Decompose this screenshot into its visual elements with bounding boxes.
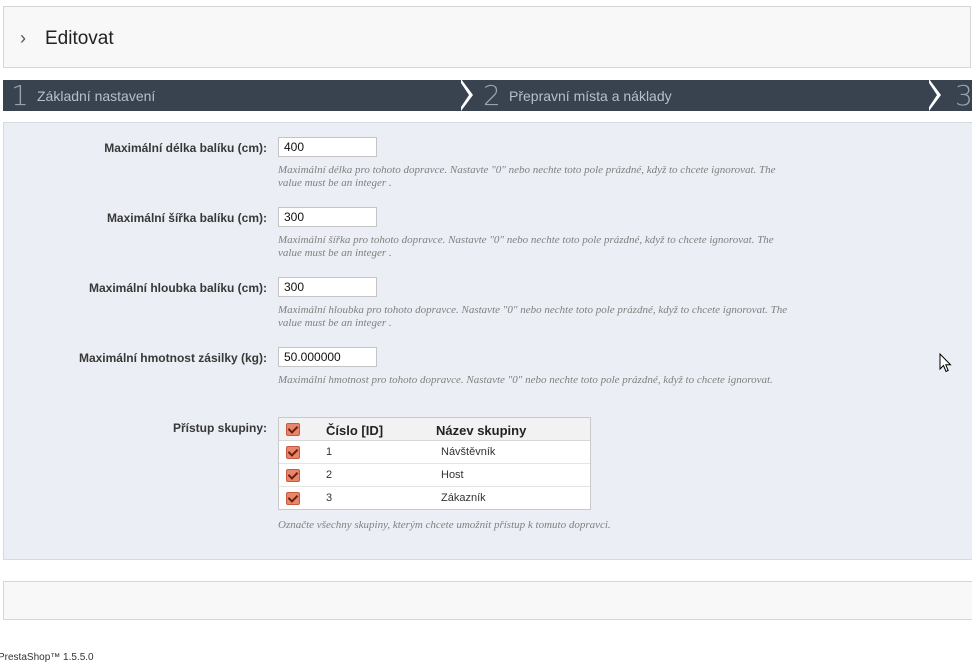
- group-checkbox[interactable]: [286, 446, 300, 459]
- step-1-label: Základní nastavení: [37, 88, 156, 104]
- group-name: Host: [441, 469, 464, 481]
- max-length-input[interactable]: [278, 137, 377, 157]
- max-length-label: Maximální délka balíku (cm):: [104, 141, 267, 155]
- max-weight-label: Maximální hmotnost zásilky (kg):: [78, 351, 267, 365]
- table-row: 2 Host: [279, 464, 590, 487]
- group-name: Zákazník: [441, 492, 486, 504]
- table-row: 1 Návštěvník: [279, 441, 590, 464]
- group-id: 3: [326, 492, 333, 504]
- max-width-input[interactable]: [278, 207, 377, 227]
- step-2-label: Přepravní místa a náklady: [509, 88, 672, 104]
- group-name: Návštěvník: [441, 446, 496, 458]
- max-depth-input[interactable]: [278, 277, 377, 297]
- group-access-table: Číslo [ID] Název skupiny 1 Návštěvník 2 …: [278, 417, 591, 510]
- group-access-label: Přístup skupiny:: [172, 421, 267, 435]
- step-1-number: 1: [11, 80, 29, 111]
- max-width-hint: Maximální šířka pro tohoto dopravce. Nas…: [278, 234, 774, 259]
- group-id: 2: [326, 469, 333, 481]
- step-2-number: 2: [483, 80, 501, 111]
- group-id: 1: [326, 446, 333, 458]
- table-header: Číslo [ID] Název skupiny: [279, 418, 590, 441]
- group-checkbox[interactable]: [286, 469, 300, 482]
- max-weight-input[interactable]: [278, 347, 377, 367]
- form-footer: [3, 581, 972, 620]
- max-depth-label: Maximální hloubka balíku (cm):: [88, 281, 267, 295]
- wizard-steps: 1 Základní nastavení 2 Přepravní místa a…: [3, 80, 972, 111]
- step-3[interactable]: 3: [943, 80, 972, 111]
- mouse-cursor-icon: [939, 353, 952, 373]
- step-1[interactable]: 1 Základní nastavení: [3, 80, 461, 111]
- step-3-number: 3: [955, 80, 972, 111]
- max-width-label: Maximální šířka balíku (cm):: [106, 211, 267, 225]
- max-weight-hint: Maximální hmotnost pro tohoto dopravce. …: [278, 374, 773, 386]
- step-2[interactable]: 2 Přepravní místa a náklady: [475, 80, 929, 111]
- max-length-hint: Maximální délka pro tohoto dopravce. Nas…: [278, 164, 776, 189]
- edit-panel-heading: › Editovat: [3, 6, 971, 68]
- column-group-name: Název skupiny: [436, 423, 527, 438]
- step-separator-inner: [459, 80, 469, 110]
- table-row: 3 Zákazník: [279, 487, 590, 509]
- page-title: Editovat: [45, 28, 114, 49]
- carrier-size-form: Maximální délka balíku (cm): Maximální d…: [3, 122, 972, 560]
- version-text: PrestaShop™ 1.5.5.0: [0, 652, 94, 663]
- step-separator-inner: [927, 80, 937, 110]
- select-all-checkbox[interactable]: [286, 423, 300, 436]
- group-checkbox[interactable]: [286, 492, 300, 505]
- max-depth-hint: Maximální hloubka pro tohoto dopravce. N…: [278, 304, 788, 329]
- chevron-right-icon: ›: [20, 28, 26, 48]
- column-id: Číslo [ID]: [326, 423, 384, 438]
- group-access-hint: Označte všechny skupiny, kterým chcete u…: [278, 519, 611, 531]
